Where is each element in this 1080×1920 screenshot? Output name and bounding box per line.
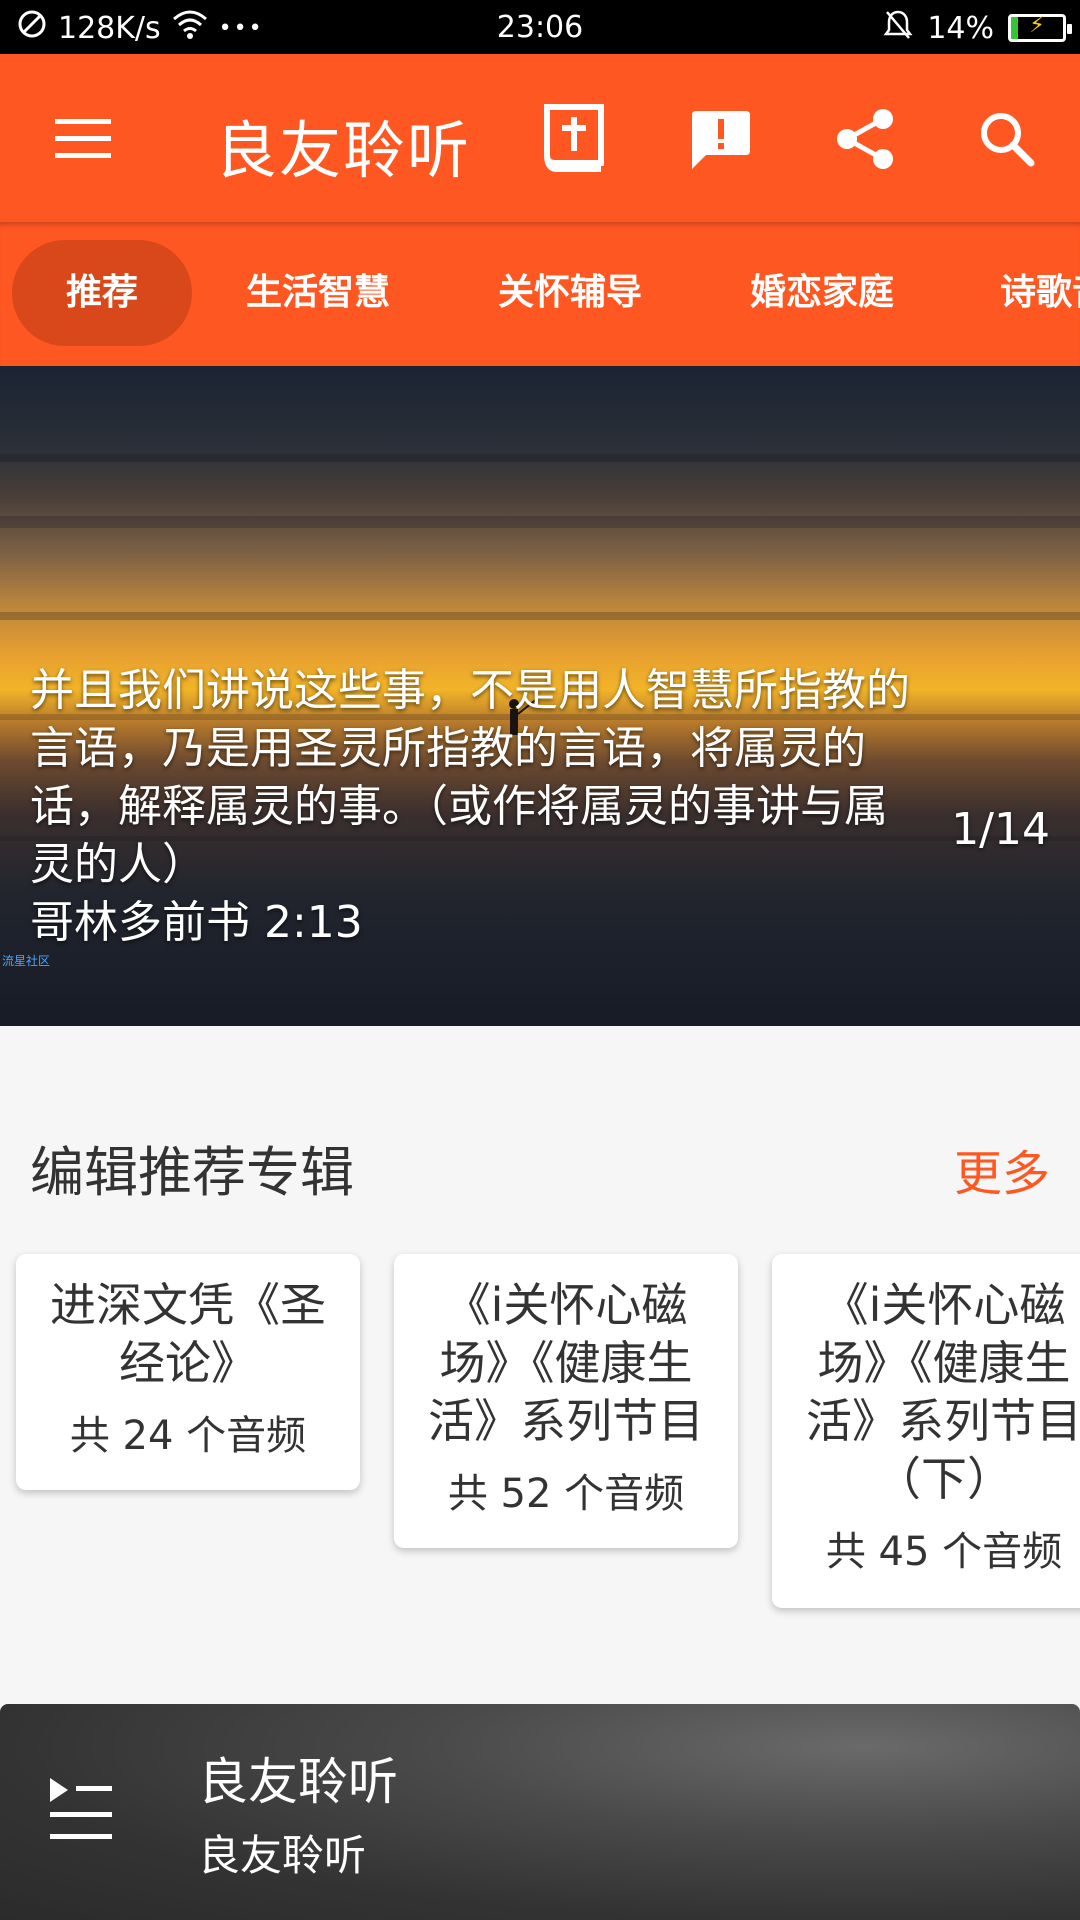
playlist-icon[interactable] xyxy=(46,1774,116,1848)
tab-life-wisdom[interactable]: 生活智慧 xyxy=(218,240,418,346)
mini-player[interactable]: 良友聆听 良友聆听 xyxy=(0,1704,1080,1920)
tab-care-counseling[interactable]: 关怀辅导 xyxy=(470,240,670,346)
category-tabs: 推荐 生活智慧 关怀辅导 婚恋家庭 诗歌音乐 xyxy=(0,222,1080,366)
more-link[interactable]: 更多 xyxy=(954,1134,1050,1204)
verse-text-block: 并且我们讲说这些事，不是用人智慧所指教的言语，乃是用圣灵所指教的言语，将属灵的话… xyxy=(30,662,910,952)
album-count: 共 52 个音频 xyxy=(447,1471,685,1517)
cloud-streak xyxy=(0,454,1080,462)
album-count: 共 24 个音频 xyxy=(69,1413,307,1459)
album-card[interactable]: 《i关怀心磁场》《健康生活》系列节目 共 52 个音频 xyxy=(394,1254,738,1548)
banner-page-indicator: 1/14 xyxy=(951,804,1050,855)
tab-recommend[interactable]: 推荐 xyxy=(12,240,192,346)
verse-banner[interactable]: 并且我们讲说这些事，不是用人智慧所指教的言语，乃是用圣灵所指教的言语，将属灵的话… xyxy=(0,366,1080,1026)
tab-hymns-music[interactable]: 诗歌音乐 xyxy=(1000,240,1080,346)
menu-icon[interactable] xyxy=(38,94,128,184)
album-title: 进深文凭《圣经论》 xyxy=(50,1278,326,1390)
search-icon[interactable] xyxy=(962,94,1052,184)
cloud-streak xyxy=(0,612,1080,620)
player-subtitle: 良友聆听 xyxy=(198,1831,367,1880)
cloud-streak xyxy=(0,516,1080,528)
verse-text: 并且我们讲说这些事，不是用人智慧所指教的言语，乃是用圣灵所指教的言语，将属灵的话… xyxy=(30,665,910,890)
section-title: 编辑推荐专辑 xyxy=(30,1141,354,1204)
album-card[interactable]: 《i关怀心磁场》《健康生活》系列节目（下） 共 45 个音频 xyxy=(772,1254,1080,1608)
status-right: 14% ⚡ xyxy=(883,8,1072,48)
battery-percent: 14% xyxy=(927,10,994,46)
app-bar: 良友聆听 xyxy=(0,54,1080,222)
verse-reference: 哥林多前书 2:13 xyxy=(30,897,363,948)
album-count: 共 45 个音频 xyxy=(825,1529,1063,1575)
alarm-off-icon xyxy=(883,8,913,48)
tab-marriage-family[interactable]: 婚恋家庭 xyxy=(722,240,922,346)
bible-icon[interactable] xyxy=(530,94,620,184)
charging-icon: ⚡ xyxy=(1029,13,1045,38)
player-title: 良友聆听 xyxy=(198,1753,398,1811)
album-card[interactable]: 进深文凭《圣经论》 共 24 个音频 xyxy=(16,1254,360,1490)
feedback-icon[interactable] xyxy=(675,94,765,184)
album-title: 《i关怀心磁场》《健康生活》系列节目 xyxy=(428,1278,704,1448)
album-title: 《i关怀心磁场》《健康生活》系列节目（下） xyxy=(806,1278,1080,1506)
status-bar: 128K/s ••• 23:06 14% ⚡ xyxy=(0,0,1080,54)
share-icon[interactable] xyxy=(820,94,910,184)
watermark: 流星社区 xyxy=(2,954,51,968)
battery-icon: ⚡ xyxy=(1008,13,1072,42)
app-title: 良友聆听 xyxy=(215,114,472,187)
